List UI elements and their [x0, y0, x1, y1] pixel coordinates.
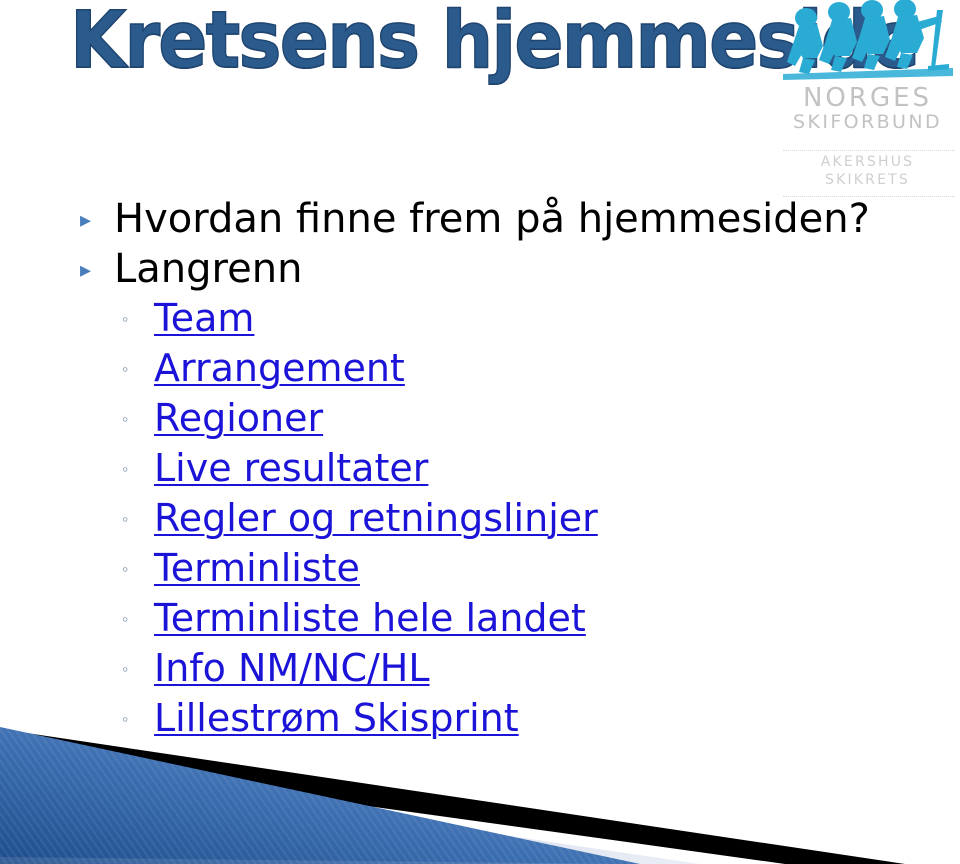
logo-subtitle-line2: SKIKRETS: [825, 171, 910, 188]
list-item-link[interactable]: ◦ Terminliste: [0, 546, 960, 596]
triangle-bullet-icon: ▸: [80, 257, 92, 282]
circle-bullet-icon: ◦: [122, 709, 129, 729]
list-item-link[interactable]: ◦ Regler og retningslinjer: [0, 496, 960, 546]
list-item-label[interactable]: Team: [154, 296, 254, 340]
logo-wordmark: NORGES SKIFORBUND: [775, 84, 960, 133]
circle-bullet-icon: ◦: [122, 309, 129, 329]
logo: NORGES SKIFORBUND AKERSHUS SKIKRETS: [775, 0, 960, 197]
circle-bullet-icon: ◦: [122, 609, 129, 629]
list-item-link[interactable]: ◦ Live resultater: [0, 446, 960, 496]
logo-wordmark-line2: SKIFORBUND: [793, 111, 942, 134]
list-item: ▸ Langrenn: [0, 246, 960, 296]
circle-bullet-icon: ◦: [122, 459, 129, 479]
logo-wordmark-line1: NORGES: [802, 83, 933, 113]
list-item-label: Hvordan finne frem på hjemmesiden?: [114, 196, 870, 242]
list-item-label[interactable]: Arrangement: [154, 346, 405, 390]
bullet-list: ▸ Hvordan finne frem på hjemmesiden? ▸ Lang…: [0, 196, 960, 746]
circle-bullet-icon: ◦: [122, 559, 129, 579]
list-item-link[interactable]: ◦ Terminliste hele landet: [0, 596, 960, 646]
list-item-link[interactable]: ◦ Arrangement: [0, 346, 960, 396]
list-item-link[interactable]: ◦ Lillestrøm Skisprint: [0, 696, 960, 746]
slide: Kretsens hjemmeside NORGES SKIFORBUND AK…: [0, 0, 960, 864]
list-item-label[interactable]: Regler og retningslinjer: [154, 496, 598, 540]
list-item-link[interactable]: ◦ Team: [0, 296, 960, 346]
circle-bullet-icon: ◦: [122, 409, 129, 429]
list-item-label[interactable]: Live resultater: [154, 446, 428, 490]
triangle-bullet-icon: ▸: [80, 207, 92, 232]
circle-bullet-icon: ◦: [122, 659, 129, 679]
list-item-label[interactable]: Regioner: [154, 396, 323, 440]
cross-country-skiers-icon: [777, 0, 960, 86]
logo-divider-top: [783, 150, 955, 151]
list-item-link[interactable]: ◦ Info NM/NC/HL: [0, 646, 960, 696]
list-item: ▸ Hvordan finne frem på hjemmesiden?: [0, 196, 960, 246]
circle-bullet-icon: ◦: [122, 359, 129, 379]
logo-subtitle-line1: AKERSHUS: [820, 154, 915, 170]
list-item-label[interactable]: Terminliste: [154, 546, 360, 590]
list-item-label[interactable]: Info NM/NC/HL: [154, 646, 430, 690]
list-item-label: Langrenn: [114, 246, 303, 292]
circle-bullet-icon: ◦: [122, 509, 129, 529]
list-item-link[interactable]: ◦ Regioner: [0, 396, 960, 446]
logo-subtitle: AKERSHUS SKIKRETS: [775, 154, 960, 189]
list-item-label[interactable]: Terminliste hele landet: [154, 596, 586, 640]
list-item-label[interactable]: Lillestrøm Skisprint: [154, 696, 519, 740]
